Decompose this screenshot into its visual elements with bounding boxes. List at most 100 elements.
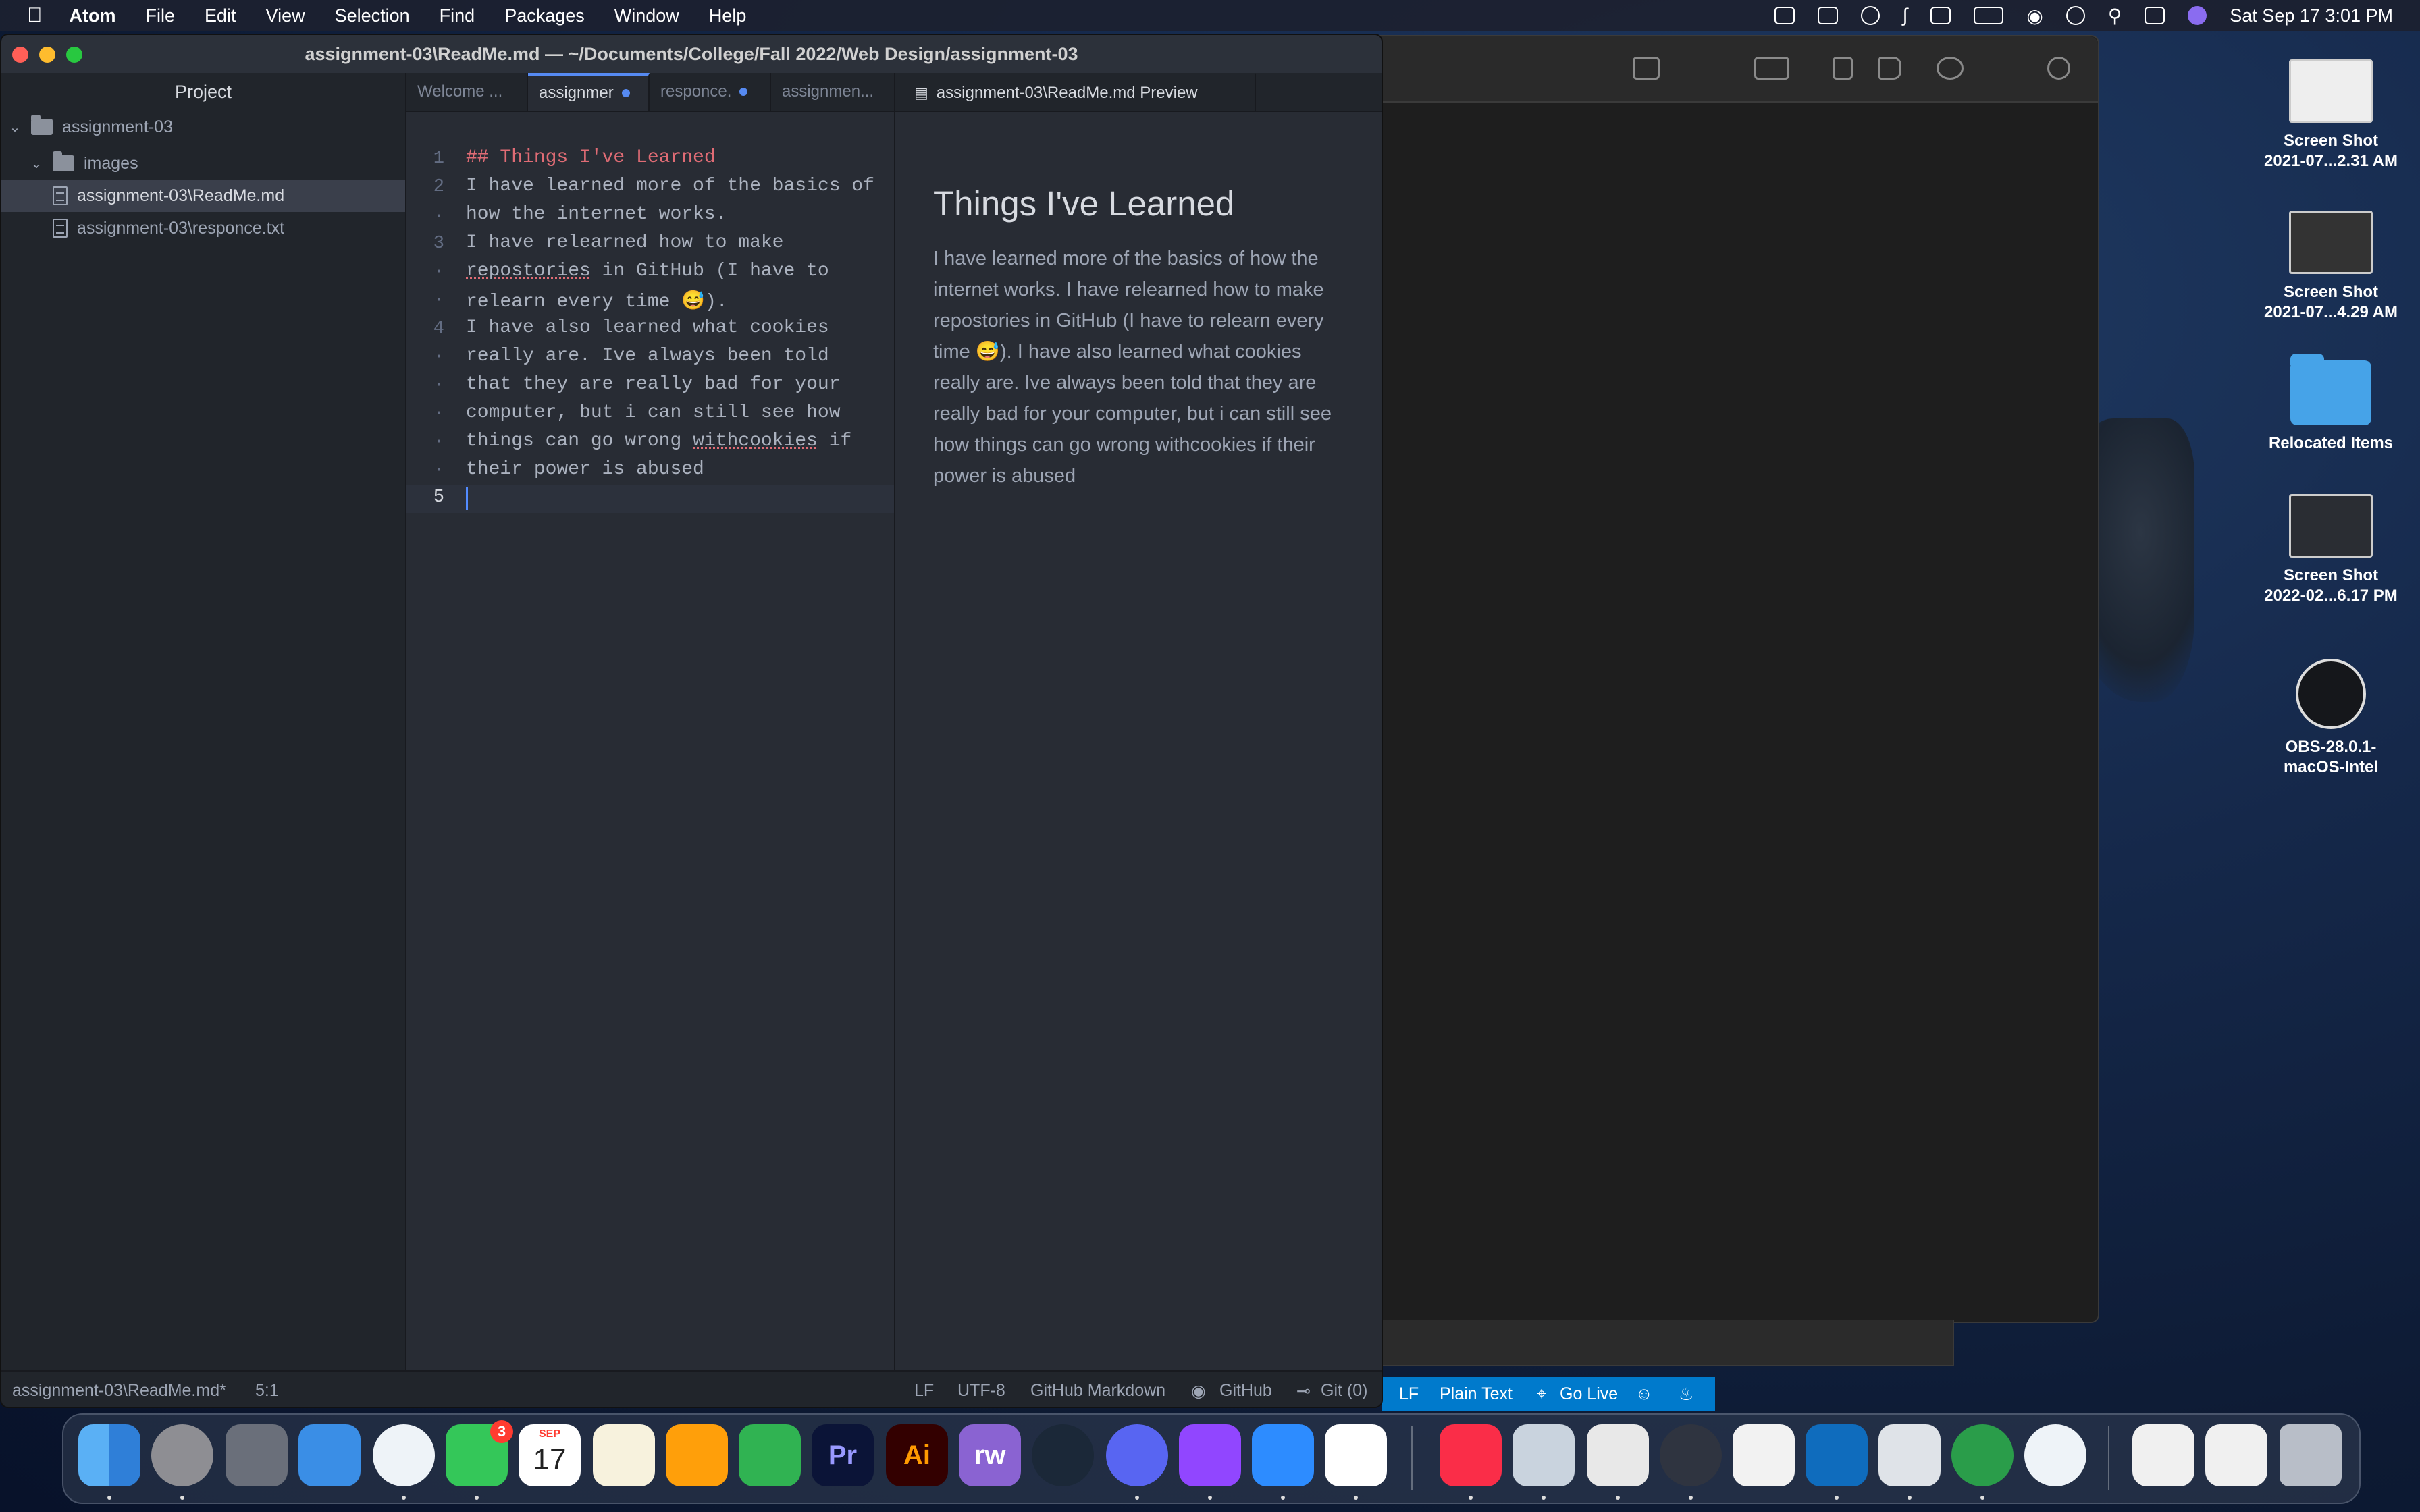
menu-find[interactable]: Find [440, 5, 475, 26]
battery-icon[interactable] [1974, 7, 2004, 24]
tab-assignment[interactable]: assignmen... [771, 73, 895, 111]
safari-technology-preview-icon[interactable] [2024, 1424, 2086, 1486]
status-cursor-position[interactable]: 5:1 [255, 1381, 279, 1401]
menubar-clock[interactable]: Sat Sep 17 3:01 PM [2230, 5, 2393, 26]
close-window-icon[interactable] [12, 47, 28, 63]
creative-cloud-icon[interactable] [1860, 6, 1880, 25]
messages-icon[interactable]: 3 [446, 1420, 513, 1486]
running-indicator [1835, 1496, 1839, 1500]
launchpad-icon[interactable] [226, 1424, 288, 1486]
steam-icon[interactable] [1032, 1424, 1094, 1486]
control-center-icon[interactable] [2145, 7, 2165, 24]
twitch-status-icon[interactable] [1774, 7, 1795, 24]
tree-file-readme[interactable]: assignment-03\ReadMe.md [1, 180, 405, 212]
tree-folder-images[interactable]: ⌄ images [1, 147, 405, 180]
status-line-ending[interactable]: LF [914, 1381, 934, 1401]
vscode-eol[interactable]: LF [1399, 1384, 1419, 1404]
menu-packages[interactable]: Packages [504, 5, 585, 26]
menu-view[interactable]: View [266, 5, 305, 26]
running-indicator [1980, 1496, 1984, 1500]
share-icon[interactable] [1833, 57, 1853, 80]
keyboard-icon[interactable] [1930, 7, 1951, 24]
menu-help[interactable]: Help [709, 5, 747, 26]
atom-window: assignment-03\ReadMe.md — ~/Documents/Co… [0, 34, 1383, 1408]
siri-icon[interactable] [2188, 6, 2207, 25]
spelling-error[interactable]: repostories [466, 261, 591, 281]
status-grammar[interactable]: GitHub Markdown [1030, 1381, 1165, 1401]
desktop-icon-relocated-items[interactable]: Relocated Items [2257, 354, 2405, 454]
rw-puzzle-icon[interactable]: rw [959, 1424, 1021, 1486]
spotlight-icon[interactable]: ⚲ [2108, 5, 2122, 27]
wifi-icon[interactable]: ◉ [2026, 5, 2043, 27]
status-file-path[interactable]: assignment-03\ReadMe.md* [12, 1381, 226, 1401]
numbers-icon[interactable] [739, 1424, 801, 1486]
menu-file[interactable]: File [146, 5, 176, 26]
system-preferences-icon[interactable] [151, 1424, 213, 1486]
tag-icon[interactable] [1878, 57, 1901, 80]
tree-root-folder[interactable]: ⌄ assignment-03 [1, 111, 405, 143]
safari-icon[interactable] [373, 1424, 435, 1486]
group-icon[interactable] [1754, 57, 1789, 80]
zoom-window-icon[interactable] [66, 47, 82, 63]
notifications-icon[interactable]: ♨ [1679, 1384, 1693, 1405]
code-editor[interactable]: 1 2 · 3 · · 4 · · · · · 5 ## Things I've… [406, 112, 895, 1405]
menu-selection[interactable]: Selection [335, 5, 410, 26]
notes-icon[interactable] [593, 1424, 655, 1486]
script-editor-icon[interactable] [1733, 1424, 1795, 1486]
illustrator-icon[interactable]: Ai [886, 1424, 948, 1486]
status-encoding[interactable]: UTF-8 [957, 1381, 1005, 1401]
running-indicator [475, 1496, 479, 1500]
menu-edit[interactable]: Edit [205, 5, 236, 26]
tab-welcome[interactable]: Welcome ... [406, 73, 528, 111]
downloads-stack-icon[interactable] [2205, 1424, 2267, 1486]
recent-document-icon[interactable] [2132, 1424, 2194, 1486]
code-line: I have also learned what cookies [466, 317, 829, 338]
desktop-icon-screenshot-3[interactable]: Screen Shot 2022-02...6.17 PM [2257, 494, 2405, 606]
minimize-window-icon[interactable] [39, 47, 55, 63]
vscode-icon[interactable] [1325, 1424, 1387, 1486]
atom-icon[interactable] [1951, 1424, 2014, 1486]
textedit-icon[interactable] [1587, 1424, 1649, 1486]
tree-file-responce[interactable]: assignment-03\responce.txt [1, 212, 405, 244]
tab-responce[interactable]: responce. [650, 73, 771, 111]
running-indicator [1908, 1496, 1912, 1500]
status-git-button[interactable]: Git (0) [1321, 1381, 1367, 1401]
finder-icon[interactable] [78, 1424, 140, 1486]
desktop-icon-screenshot-2[interactable]: Screen Shot 2021-07...4.29 AM [2257, 211, 2405, 323]
discord-icon[interactable] [1106, 1424, 1168, 1486]
tree-file-label: assignment-03\ReadMe.md [77, 186, 285, 205]
archive-utility-icon[interactable] [1878, 1424, 1941, 1486]
calendar-icon[interactable]: SEP 17 [519, 1424, 581, 1486]
outlook-icon[interactable] [1806, 1424, 1868, 1486]
bluetooth-icon[interactable]: ∫ [1903, 5, 1908, 26]
desktop-icon-obs[interactable]: OBS-28.0.1- macOS-Intel [2257, 659, 2405, 778]
apple-menu-icon[interactable]:  [27, 4, 43, 27]
twitch-icon[interactable] [1179, 1424, 1241, 1486]
feedback-icon[interactable]: ☺ [1635, 1384, 1653, 1404]
running-indicator [1281, 1496, 1285, 1500]
modified-dot-icon [621, 89, 630, 97]
spelling-error[interactable]: withcookies [693, 431, 818, 452]
trash-icon[interactable] [2280, 1424, 2342, 1486]
tab-readme[interactable]: assignmer [528, 73, 650, 111]
mail-icon[interactable] [298, 1424, 361, 1486]
desktop-icon-screenshot-1[interactable]: Screen Shot 2021-07...2.31 AM [2257, 59, 2405, 171]
wrap-marker: · [433, 460, 444, 481]
zoom-icon[interactable] [1252, 1424, 1314, 1486]
tab-preview[interactable]: ▤ assignment-03\ReadMe.md Preview [895, 73, 1256, 111]
pages-icon[interactable] [666, 1424, 728, 1486]
search-icon[interactable] [2047, 57, 2070, 80]
more-actions-icon[interactable] [1937, 57, 1964, 80]
premiere-pro-icon[interactable]: Pr [812, 1424, 874, 1486]
menu-window[interactable]: Window [614, 5, 679, 26]
time-machine-icon[interactable] [2066, 6, 2085, 25]
preview-app-icon[interactable] [1512, 1424, 1575, 1486]
status-github-button[interactable]: GitHub [1219, 1381, 1272, 1401]
grid-view-icon[interactable] [1633, 57, 1660, 80]
zoom-status-icon[interactable] [1817, 7, 1838, 24]
menu-app-name[interactable]: Atom [70, 5, 116, 26]
music-icon[interactable] [1440, 1424, 1502, 1486]
quicktime-icon[interactable] [1660, 1424, 1722, 1486]
go-live-button[interactable]: Go Live [1560, 1384, 1618, 1404]
vscode-language-mode[interactable]: Plain Text [1440, 1384, 1512, 1404]
